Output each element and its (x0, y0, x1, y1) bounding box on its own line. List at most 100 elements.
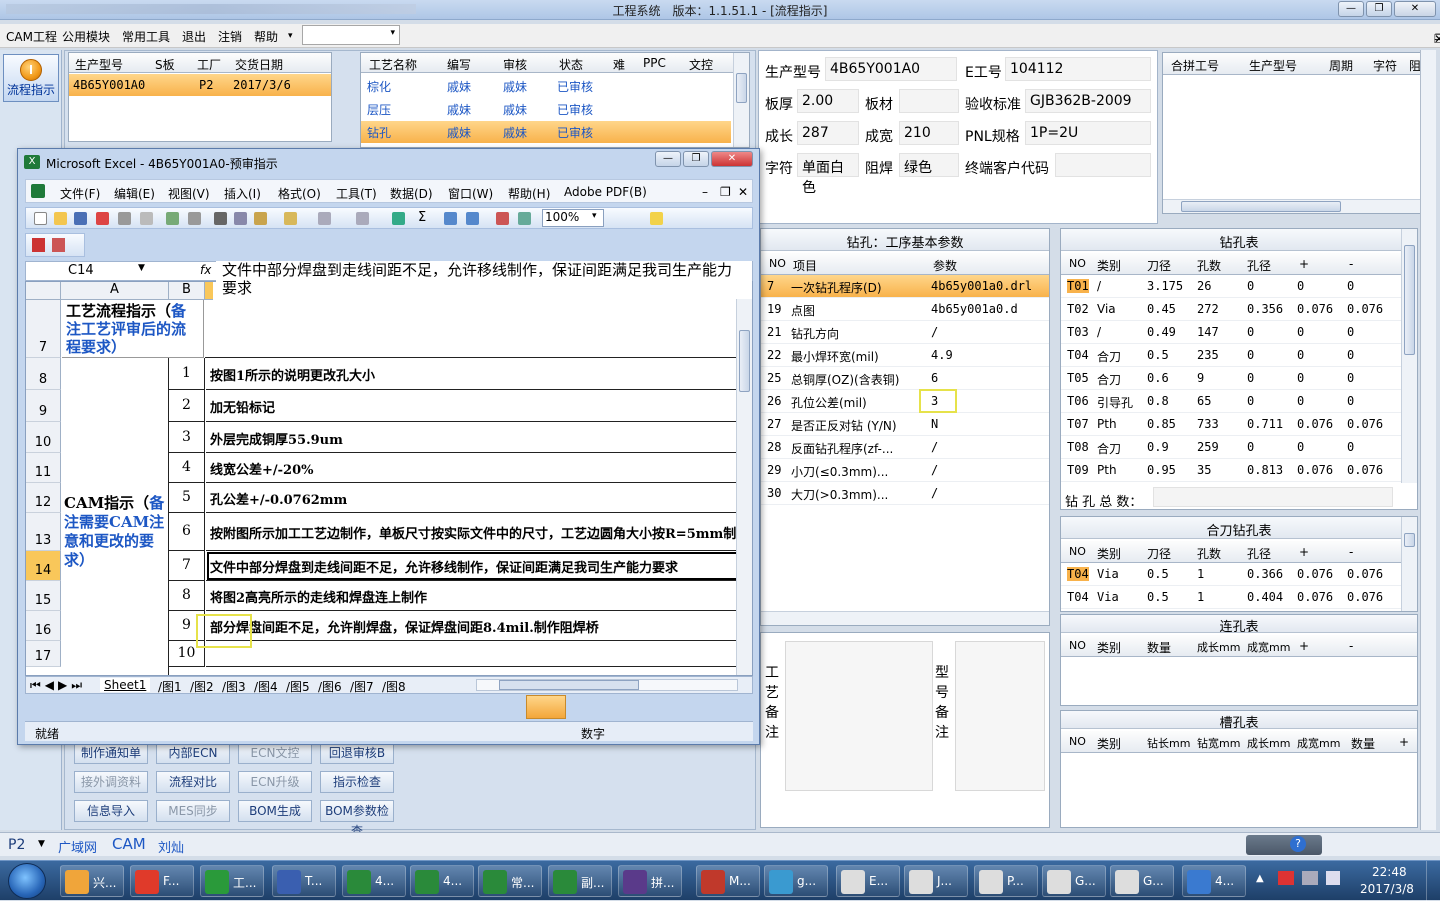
cell-instruction[interactable]: 文件中部分焊盘到走线间距不足，允许移线制作，保证间距满足我司生产能力要求 (206, 551, 752, 581)
notice-button[interactable]: 制作通知单 (74, 742, 148, 764)
table-row[interactable]: T09 Pth 0.95 35 0.813 0.076 0.076 (1061, 459, 1401, 482)
field-pnl[interactable]: 1P=2U (1025, 121, 1151, 145)
taskbar-app[interactable]: G... (1042, 865, 1106, 897)
taskbar-app[interactable]: 兴... (60, 865, 124, 897)
tray-volume-icon[interactable] (1326, 871, 1340, 885)
sheet-tab[interactable]: Sheet1 (100, 678, 151, 692)
maximize-button[interactable]: ❐ (1366, 1, 1392, 17)
excel-menu-help[interactable]: 帮助(H) (508, 185, 550, 202)
copy-icon[interactable] (234, 212, 247, 225)
excel-doc-restore-icon[interactable]: ❐ (720, 185, 731, 199)
proc-note-field[interactable] (785, 641, 933, 791)
row-header[interactable]: 13 (26, 513, 61, 551)
table-row[interactable]: 4B65Y001A0 P2 2017/3/6 (69, 74, 331, 96)
row-header[interactable]: 12 (26, 483, 61, 513)
sheet-tab[interactable]: /图7 (348, 678, 376, 695)
excel-minimize-button[interactable]: — (655, 151, 681, 167)
ecn-upgrade-button[interactable]: ECN升级 (238, 771, 312, 793)
taskbar-app[interactable]: 4... (1182, 865, 1246, 897)
autosum-icon[interactable]: Σ (418, 210, 426, 225)
plant-selector[interactable]: P2 (8, 837, 25, 853)
col-factory[interactable]: 工厂 (197, 56, 221, 73)
cell-number[interactable]: 6 (169, 513, 205, 551)
help-icon[interactable]: ? (1290, 836, 1306, 852)
table-row[interactable]: T04 Via 0.5 1 0.404 0.076 0.076 (1061, 586, 1401, 609)
undo-icon[interactable] (318, 212, 331, 225)
col-delivery[interactable]: 交货日期 (235, 56, 283, 73)
excel-menu-format[interactable]: 格式(O) (278, 185, 321, 202)
sheet-tab[interactable]: /图5 (284, 678, 312, 695)
taskbar-app[interactable]: P... (974, 865, 1038, 897)
print-icon[interactable] (118, 212, 131, 225)
sheet-tab[interactable]: /图3 (220, 678, 248, 695)
excel-menu-file[interactable]: 文件(F) (60, 185, 100, 202)
preview-icon[interactable] (140, 212, 153, 225)
new-icon[interactable] (34, 212, 47, 225)
col-merge-legend[interactable]: 字符 (1373, 57, 1397, 74)
format-painter-icon[interactable] (284, 212, 297, 225)
close-button[interactable]: ✕ (1394, 1, 1436, 17)
bom-generate-button[interactable]: BOM生成 (238, 800, 312, 822)
fx-icon[interactable]: fx (200, 263, 211, 277)
taskbar-app[interactable]: F... (130, 865, 194, 897)
mes-sync-button[interactable]: MES同步 (156, 800, 230, 822)
menu-tools[interactable]: 常用工具 (122, 28, 170, 45)
column-header-a[interactable]: A (61, 282, 169, 300)
table-row[interactable]: T04 合刀 0.5 235 0 0 0 (1061, 344, 1401, 367)
col-writer[interactable]: 编写 (447, 56, 471, 73)
sheet-vscroll[interactable] (736, 282, 752, 675)
excel-menu-insert[interactable]: 插入(I) (224, 185, 261, 202)
merge-hscroll[interactable] (1163, 199, 1433, 213)
tray-network-icon[interactable] (1302, 871, 1318, 885)
row-header[interactable]: 7 (26, 300, 61, 358)
hyperlink-icon[interactable] (392, 212, 405, 225)
params-hscroll[interactable] (761, 611, 1049, 625)
table-row[interactable]: T05 合刀 0.6 9 0 0 0 (1061, 367, 1401, 390)
excel-menu-view[interactable]: 视图(V) (168, 185, 210, 202)
row-header[interactable]: 14 (26, 551, 61, 581)
taskbar-app[interactable]: 常... (478, 865, 542, 897)
excel-menu-window[interactable]: 窗口(W) (448, 185, 493, 202)
table-row[interactable]: 19 点图 4b65y001a0.d (761, 298, 1049, 321)
excel-menu-pdf[interactable]: Adobe PDF(B) (564, 185, 647, 199)
field-customer[interactable] (1055, 153, 1151, 177)
show-desktop-button[interactable] (1426, 861, 1440, 901)
select-all-corner[interactable] (26, 282, 61, 300)
plant-dropdown-icon[interactable]: ▼ (38, 839, 45, 849)
table-row[interactable]: 26 孔位公差(mil) 3 (761, 390, 1049, 413)
import-button[interactable]: 信息导入 (74, 800, 148, 822)
col-ppc[interactable]: PPC (643, 56, 666, 70)
table-row[interactable]: 层压 戚妹 戚妹 已审核 (361, 98, 733, 120)
excel-close-button[interactable]: ✕ (711, 151, 753, 167)
field-length[interactable]: 287 (797, 121, 859, 145)
field-model[interactable]: 4B65Y001A0 (825, 57, 957, 81)
taskbar-app[interactable]: 4... (342, 865, 406, 897)
row-header[interactable]: 15 (26, 581, 61, 611)
table-row[interactable]: T07 Pth 0.85 733 0.711 0.076 0.076 (1061, 413, 1401, 436)
field-material[interactable] (899, 89, 959, 113)
redo-icon[interactable] (356, 212, 369, 225)
menu-cam[interactable]: CAM工程 (6, 28, 57, 45)
row-header[interactable]: 8 (26, 358, 61, 390)
cell-instruction[interactable]: 按图1所示的说明更改孔大小 (206, 358, 752, 390)
language-bar[interactable]: ? (1246, 835, 1322, 855)
name-box[interactable]: C14 (68, 263, 94, 278)
col-merge-no[interactable]: 合拼工号 (1171, 57, 1219, 74)
table-row[interactable]: T06 引导孔 0.8 65 0 0 0 (1061, 390, 1401, 413)
excel-doc-close-icon[interactable]: ✕ (738, 185, 748, 199)
minimize-button[interactable]: — (1338, 1, 1364, 17)
row-header[interactable]: 11 (26, 453, 61, 483)
field-standard[interactable]: GJB362B-2009 (1025, 89, 1151, 113)
col-sboard[interactable]: S板 (155, 56, 175, 73)
col-status[interactable]: 状态 (559, 56, 583, 73)
taskbar-app[interactable]: g... (764, 865, 828, 897)
flow-compare-button[interactable]: 流程对比 (156, 771, 230, 793)
flow-indicator-button[interactable]: 流程指示 (3, 54, 59, 102)
cell-instruction[interactable]: 按附图所示加工工艺边制作，单板尺寸按实际文件中的尺寸，工艺边圆角大小按R=5mm… (206, 513, 752, 551)
pdf-icon[interactable] (32, 238, 45, 252)
field-eno[interactable]: 104112 (1005, 57, 1151, 81)
col-merge-cycle[interactable]: 周期 (1329, 57, 1353, 74)
menu-logout[interactable]: 注销 (218, 28, 242, 45)
sort-asc-icon[interactable] (444, 212, 457, 225)
spell-icon[interactable] (166, 212, 179, 225)
